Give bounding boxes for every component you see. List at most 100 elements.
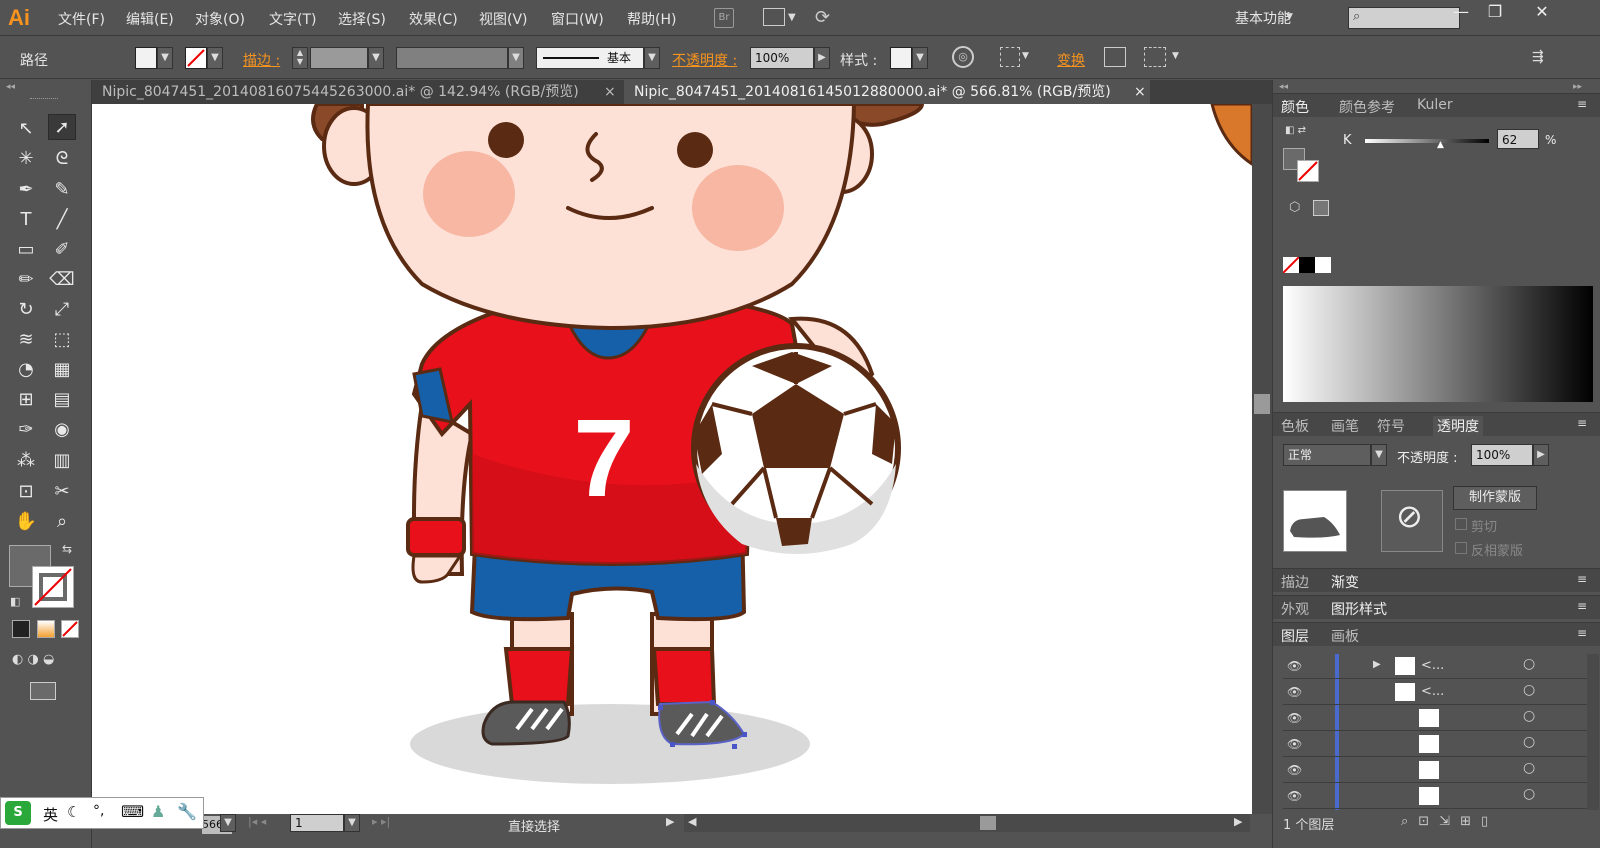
eye-icon[interactable]: 👁 [1287, 685, 1302, 699]
scrollbar-thumb[interactable] [980, 816, 996, 830]
scale-tool-icon[interactable]: ⤢ [48, 297, 76, 323]
close-button[interactable]: ✕ [1520, 2, 1564, 24]
blend-tool-icon[interactable]: ◉ [48, 417, 76, 443]
target-icon[interactable]: ○ [1523, 760, 1535, 776]
target-icon[interactable]: ○ [1523, 786, 1535, 802]
tab-stroke[interactable]: 描边 [1281, 572, 1309, 592]
menu-file[interactable]: 文件(F) [58, 9, 105, 29]
none-mode-icon[interactable] [61, 620, 79, 638]
rectangle-tool-icon[interactable]: ▭ [12, 237, 40, 263]
menu-effect[interactable]: 效果(C) [409, 9, 458, 29]
workspace-switcher[interactable]: 基本功能 [1235, 8, 1291, 28]
scroll-left-icon[interactable]: ◀ [688, 815, 696, 828]
layer-row[interactable]: 👁 ▶ <... ○ [1283, 654, 1591, 679]
menu-type[interactable]: 文字(T) [269, 9, 316, 29]
opacity-arrow[interactable]: ▶ [1533, 444, 1549, 466]
tab-color-guide[interactable]: 颜色参考 [1339, 97, 1395, 117]
artboard-number-field[interactable]: 1 [290, 814, 344, 832]
variable-width-field[interactable] [396, 47, 508, 69]
select-similar-icon[interactable] [1144, 47, 1166, 67]
first-artboard-icon[interactable]: |◂ ◂ [248, 815, 266, 828]
stroke-dropdown[interactable]: ▼ [207, 47, 223, 69]
invert-mask-checkbox[interactable] [1455, 542, 1467, 554]
layers-scrollbar[interactable] [1587, 654, 1599, 810]
tab-transparency[interactable]: 透明度 [1433, 416, 1483, 436]
sync-settings-icon[interactable]: ⟳ [815, 7, 830, 28]
arrange-documents-icon[interactable] [763, 8, 785, 26]
tab-swatches[interactable]: 色板 [1281, 416, 1309, 436]
mask-thumbnail[interactable]: ⊘ [1381, 490, 1443, 552]
swap-colors-icon[interactable]: ⇆ [62, 542, 72, 556]
layer-row[interactable]: 👁 ○ [1283, 784, 1591, 809]
panel-menu-icon[interactable]: ≡ [1577, 626, 1587, 640]
artboard-canvas[interactable]: 7 [92, 104, 1252, 814]
rotate-tool-icon[interactable]: ↻ [12, 297, 40, 323]
wrench-icon[interactable]: 🔧 [177, 802, 197, 821]
tab-document-2[interactable]: Nipic_8047451_20140816145012880000.ai* @… [624, 80, 1150, 104]
align-icon[interactable] [1000, 47, 1020, 67]
blend-mode-dropdown[interactable]: ▼ [1371, 444, 1387, 466]
tab-kuler[interactable]: Kuler [1417, 97, 1453, 113]
eye-icon[interactable]: 👁 [1287, 659, 1302, 673]
eye-icon[interactable]: 👁 [1287, 737, 1302, 751]
ime-language-toggle[interactable]: 英 [43, 804, 58, 825]
scrollbar-thumb[interactable] [1254, 394, 1270, 414]
skin-icon[interactable]: ♟ [151, 802, 165, 821]
eye-icon[interactable]: 👁 [1287, 763, 1302, 777]
eye-icon[interactable]: 👁 [1287, 789, 1302, 803]
brush-definition-field[interactable]: 基本 [536, 47, 644, 69]
chevron-down-icon[interactable]: ▼ [1022, 51, 1029, 61]
collapse-icon[interactable]: ◂◂ [1279, 82, 1288, 92]
tab-color[interactable]: 颜色 [1281, 97, 1309, 117]
object-thumbnail[interactable] [1283, 490, 1347, 552]
k-slider[interactable] [1365, 139, 1489, 143]
k-value-field[interactable]: 62 [1497, 129, 1539, 149]
soccer-boy-artwork[interactable]: 7 [92, 104, 1252, 814]
free-transform-tool-icon[interactable]: ⬚ [48, 327, 76, 353]
panel-menu-icon[interactable]: ≡ [1577, 97, 1587, 111]
spectrum-ramp[interactable] [1283, 286, 1593, 402]
tab-brushes[interactable]: 画笔 [1331, 416, 1359, 436]
panel-menu-icon[interactable]: ≡ [1577, 416, 1587, 430]
default-colors-icon[interactable]: ◧ [10, 595, 20, 608]
fill-swatch[interactable] [135, 47, 157, 69]
panel-menu-icon[interactable]: ≡ [1577, 599, 1587, 613]
stroke-weight-field[interactable] [310, 47, 368, 69]
menu-edit[interactable]: 编辑(E) [126, 9, 174, 29]
next-artboard-icon[interactable]: ▸ ▸| [372, 815, 390, 828]
direct-selection-tool-icon[interactable]: ➚ [48, 114, 76, 140]
default-colors-icon[interactable]: ◧ ⇄ [1285, 125, 1306, 136]
stroke-swatch[interactable] [1297, 160, 1319, 182]
expand-icon[interactable]: ▸▸ [1573, 82, 1582, 92]
layer-row[interactable]: 👁 ○ [1283, 732, 1591, 757]
menu-window[interactable]: 窗口(W) [551, 9, 604, 29]
target-icon[interactable]: ○ [1523, 682, 1535, 698]
fill-dropdown[interactable]: ▼ [157, 47, 173, 69]
expand-triangle-icon[interactable]: ▶ [1373, 659, 1381, 670]
transform-link[interactable]: 变换 [1057, 50, 1085, 70]
clip-checkbox[interactable] [1455, 518, 1467, 530]
web-safe-icon[interactable] [1313, 200, 1329, 216]
shape-builder-tool-icon[interactable]: ◔ [12, 357, 40, 383]
artboard-tool-icon[interactable]: ⊡ [12, 479, 40, 505]
horizontal-scrollbar[interactable]: ◀ ▶ [684, 814, 1250, 832]
stroke-weight-stepper[interactable]: ▲ ▼ [292, 47, 308, 69]
warp-tool-icon[interactable]: ≋ [12, 327, 40, 353]
variable-width-dropdown[interactable]: ▼ [508, 47, 524, 69]
type-tool-icon[interactable]: T [12, 207, 40, 233]
pen-tool-icon[interactable]: ✒ [12, 177, 40, 203]
menu-object[interactable]: 对象(O) [195, 9, 245, 29]
chevron-down-icon[interactable]: ▼ [788, 12, 796, 23]
artboard-dropdown[interactable]: ▼ [344, 814, 360, 832]
slice-tool-icon[interactable]: ✂ [48, 479, 76, 505]
target-icon[interactable]: ○ [1523, 734, 1535, 750]
layer-name[interactable]: <... [1421, 658, 1444, 673]
lasso-tool-icon[interactable]: ᘓ [48, 146, 76, 172]
make-mask-button[interactable]: 制作蒙版 [1453, 486, 1537, 510]
eyedropper-tool-icon[interactable]: ✑ [12, 417, 40, 443]
chevron-down-icon[interactable]: ▼ [1286, 12, 1293, 22]
pencil-tool-icon[interactable]: ✏ [12, 267, 40, 293]
tab-graphic-styles[interactable]: 图形样式 [1331, 599, 1387, 619]
magic-wand-tool-icon[interactable]: ✳ [12, 146, 40, 172]
mesh-tool-icon[interactable]: ⊞ [12, 387, 40, 413]
